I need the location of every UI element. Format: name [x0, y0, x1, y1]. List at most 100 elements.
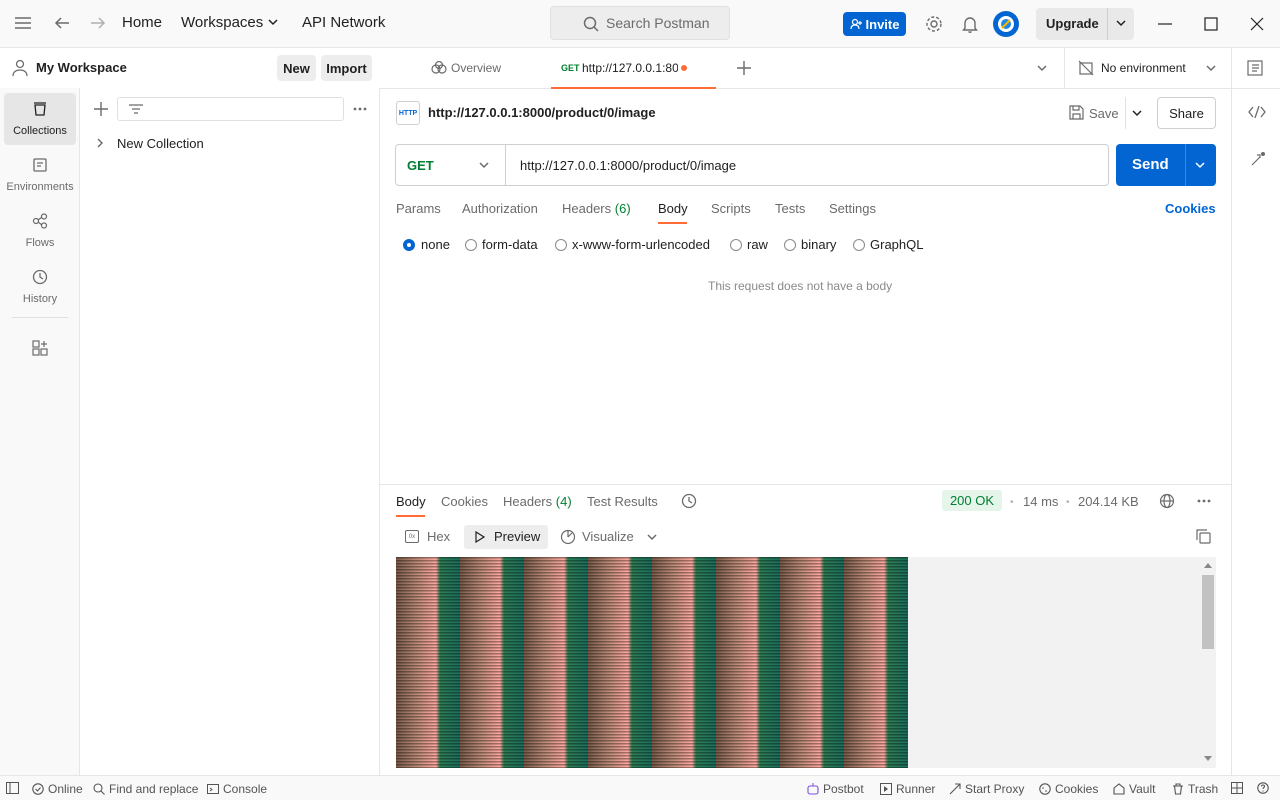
- api-network-link[interactable]: API Network: [302, 14, 385, 31]
- more-options-icon[interactable]: [353, 107, 367, 111]
- search-box[interactable]: Search Postman: [550, 6, 730, 40]
- url-input[interactable]: http://127.0.0.1:8000/product/0/image: [520, 158, 736, 173]
- tab-headers[interactable]: Headers (6): [562, 201, 631, 216]
- share-button[interactable]: Share: [1157, 97, 1216, 129]
- radio-none[interactable]: [403, 239, 415, 251]
- method-select[interactable]: GET: [396, 145, 506, 185]
- send-button[interactable]: Send: [1116, 144, 1216, 186]
- status-badge[interactable]: 200 OK: [942, 490, 1002, 511]
- workspaces-menu[interactable]: Workspaces: [181, 14, 263, 31]
- response-size[interactable]: 204.14 KB: [1078, 494, 1139, 509]
- status-bar: Online Find and replace Console Postbot …: [0, 775, 1280, 800]
- copy-icon[interactable]: [1196, 529, 1211, 544]
- help-icon[interactable]: [1257, 782, 1269, 794]
- tab-bar: Overview GET http://127.0.0.1:8000/pro N…: [380, 48, 1280, 89]
- new-button[interactable]: New: [277, 55, 316, 81]
- search-icon: [583, 16, 599, 32]
- rail-item-flows[interactable]: Flows: [4, 205, 76, 257]
- response-more-icon[interactable]: [1197, 499, 1211, 503]
- add-icon[interactable]: [94, 102, 108, 116]
- scroll-down-arrow[interactable]: [1204, 756, 1212, 761]
- radio-urlencoded[interactable]: [555, 239, 567, 251]
- response-tab-test-results[interactable]: Test Results: [587, 494, 658, 509]
- vault-button[interactable]: Vault: [1113, 782, 1155, 796]
- request-title[interactable]: http://127.0.0.1:8000/product/0/image: [428, 105, 656, 120]
- visualize-dropdown-icon[interactable]: [647, 534, 657, 541]
- filter-input[interactable]: [117, 97, 344, 121]
- response-tab-body[interactable]: Body: [396, 494, 426, 509]
- radio-label: GraphQL: [870, 237, 924, 252]
- response-divider[interactable]: [380, 484, 1231, 485]
- chevron-down-icon[interactable]: [268, 19, 278, 26]
- environment-selector[interactable]: No environment: [1070, 48, 1220, 88]
- tab-settings[interactable]: Settings: [829, 201, 876, 216]
- minimize-icon[interactable]: [1158, 23, 1172, 25]
- environment-label: No environment: [1101, 61, 1186, 75]
- save-dropdown-icon[interactable]: [1132, 110, 1142, 117]
- environment-quick-look-icon[interactable]: [1247, 60, 1263, 76]
- notifications-bell-icon[interactable]: [962, 15, 978, 33]
- tab-overview[interactable]: Overview: [425, 48, 545, 88]
- response-history-icon[interactable]: [681, 493, 697, 509]
- rail-label: Environments: [6, 181, 74, 193]
- forward-arrow-icon[interactable]: [90, 16, 106, 30]
- start-proxy-button[interactable]: Start Proxy: [949, 782, 1024, 796]
- new-tab-plus-icon[interactable]: [737, 61, 751, 75]
- upgrade-button[interactable]: Upgrade: [1036, 8, 1134, 40]
- rail-label: Flows: [25, 237, 55, 249]
- toggle-sidebar-icon[interactable]: [6, 782, 19, 794]
- import-button[interactable]: Import: [321, 55, 372, 81]
- find-replace-button[interactable]: Find and replace: [93, 782, 198, 796]
- response-tab-cookies[interactable]: Cookies: [441, 494, 488, 509]
- scroll-up-arrow[interactable]: [1204, 563, 1212, 568]
- tab-params[interactable]: Params: [396, 201, 441, 216]
- view-preview-button[interactable]: Preview: [464, 525, 548, 549]
- invite-button[interactable]: Invite: [843, 12, 906, 36]
- no-body-message: This request does not have a body: [708, 279, 893, 293]
- cookies-button[interactable]: Cookies: [1039, 782, 1098, 796]
- rail-item-environments[interactable]: Environments: [4, 149, 76, 201]
- workspace-name[interactable]: My Workspace: [36, 60, 127, 75]
- response-preview[interactable]: [396, 557, 1216, 768]
- settings-gear-icon[interactable]: [925, 15, 943, 33]
- tab-scripts[interactable]: Scripts: [711, 201, 751, 216]
- trash-button[interactable]: Trash: [1172, 782, 1218, 796]
- collection-item[interactable]: New Collection: [80, 132, 379, 154]
- layout-grid-icon[interactable]: [1231, 782, 1243, 794]
- avatar[interactable]: [993, 11, 1019, 37]
- radio-form-data[interactable]: [465, 239, 477, 251]
- postbot-button[interactable]: Postbot: [807, 782, 864, 796]
- upgrade-chevron-icon[interactable]: [1116, 20, 1126, 27]
- tab-request[interactable]: GET http://127.0.0.1:8000/pro: [551, 48, 716, 88]
- scroll-thumb[interactable]: [1202, 575, 1214, 649]
- close-icon[interactable]: [1250, 17, 1264, 31]
- tab-body[interactable]: Body: [658, 201, 688, 216]
- rail-item-history[interactable]: History: [4, 261, 76, 313]
- home-link[interactable]: Home: [122, 14, 162, 31]
- related-collections-icon[interactable]: [1250, 151, 1266, 167]
- runner-button[interactable]: Runner: [880, 782, 935, 796]
- collection-name: New Collection: [117, 136, 204, 151]
- console-button[interactable]: Console: [207, 782, 267, 796]
- menu-icon[interactable]: [14, 16, 32, 30]
- code-icon[interactable]: [1248, 106, 1266, 118]
- view-visualize-button[interactable]: Visualize: [555, 525, 637, 549]
- cookies-link[interactable]: Cookies: [1165, 201, 1216, 216]
- network-globe-icon[interactable]: [1159, 493, 1175, 509]
- response-time[interactable]: 14 ms: [1023, 494, 1058, 509]
- back-arrow-icon[interactable]: [54, 16, 70, 30]
- tab-tests[interactable]: Tests: [775, 201, 805, 216]
- online-status[interactable]: Online: [32, 782, 83, 796]
- maximize-icon[interactable]: [1204, 17, 1218, 31]
- tabs-dropdown-icon[interactable]: [1037, 65, 1047, 72]
- configure-workbench-icon[interactable]: [32, 340, 48, 356]
- radio-raw[interactable]: [730, 239, 742, 251]
- radio-graphql[interactable]: [853, 239, 865, 251]
- tab-authorization[interactable]: Authorization: [462, 201, 538, 216]
- radio-binary[interactable]: [784, 239, 796, 251]
- view-hex-button[interactable]: 0x Hex: [396, 525, 458, 549]
- send-dropdown-icon[interactable]: [1195, 162, 1205, 169]
- chevron-right-icon[interactable]: [97, 138, 104, 148]
- rail-item-collections[interactable]: Collections: [4, 93, 76, 145]
- response-tab-headers[interactable]: Headers (4): [503, 494, 572, 509]
